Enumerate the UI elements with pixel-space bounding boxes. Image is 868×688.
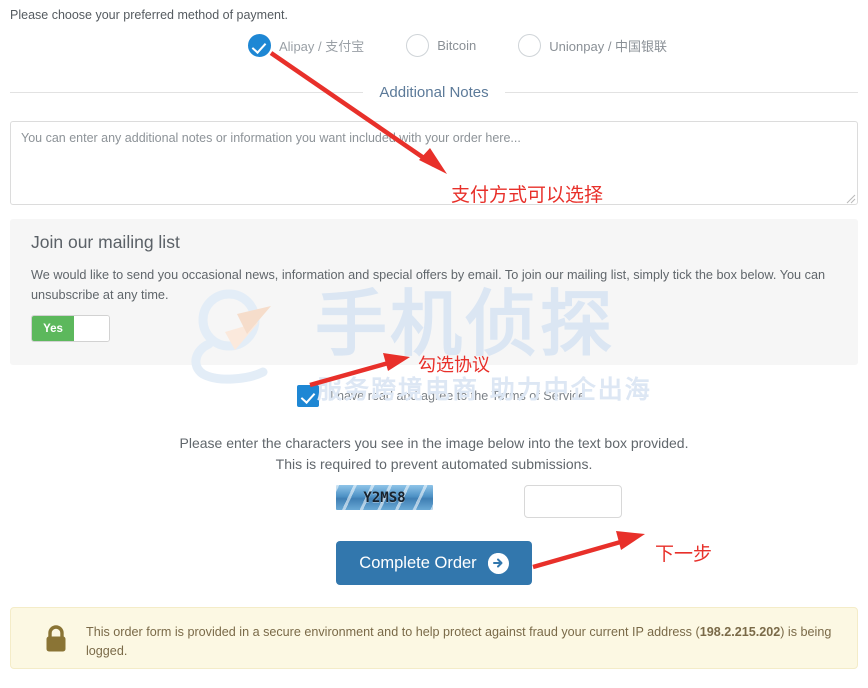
captcha-instructions: Please enter the characters you see in t… bbox=[0, 433, 868, 475]
captcha-instruction-line-1: Please enter the characters you see in t… bbox=[179, 435, 689, 451]
mailing-list-toggle-knob[interactable] bbox=[74, 316, 109, 341]
captcha-instruction-line-2: This is required to prevent automated su… bbox=[275, 456, 593, 472]
payment-option-bitcoin-label: Bitcoin bbox=[437, 38, 477, 53]
mailing-list-toggle-on-label: Yes bbox=[32, 316, 74, 341]
additional-notes-divider: Additional Notes bbox=[10, 84, 859, 101]
textarea-resize-grip-icon[interactable] bbox=[844, 192, 856, 204]
terms-of-service-link[interactable]: Terms of Service bbox=[492, 389, 586, 403]
additional-notes-input[interactable] bbox=[10, 121, 858, 205]
secure-notice-ip-address: 198.2.215.202 bbox=[699, 625, 781, 639]
annotation-arrow-next-step bbox=[532, 531, 645, 570]
divider-rule-right bbox=[504, 92, 859, 93]
payment-option-alipay[interactable]: Alipay / 支付宝 bbox=[248, 34, 364, 57]
payment-option-unionpay-label: Unionpay / 中国银联 bbox=[549, 39, 668, 54]
payment-option-unionpay[interactable]: Unionpay / 中国银联 bbox=[518, 34, 667, 57]
additional-notes-title: Additional Notes bbox=[379, 84, 489, 101]
payment-method-group: Alipay / 支付宝 Bitcoin Unionpay / 中国银联 bbox=[248, 34, 667, 57]
order-form-page: 手机侦探 服务跨境电商 助力中企出海 Please choose your pr… bbox=[0, 0, 868, 688]
secure-notice-text: This order form is provided in a secure … bbox=[86, 623, 846, 661]
mailing-list-description: We would like to send you occasional new… bbox=[31, 268, 826, 302]
captcha-image: Y2MS8 bbox=[336, 485, 433, 510]
complete-order-button[interactable]: Complete Order bbox=[336, 541, 532, 585]
captcha-code-text: Y2MS8 bbox=[363, 489, 406, 506]
radio-unchecked-icon[interactable] bbox=[406, 34, 430, 57]
terms-agreement-label: I have read and agree to the Terms of Se… bbox=[330, 389, 585, 403]
captcha-input[interactable] bbox=[524, 485, 622, 518]
terms-checkbox-checked-icon[interactable] bbox=[297, 385, 319, 407]
payment-option-alipay-label: Alipay / 支付宝 bbox=[279, 39, 365, 54]
payment-prompt-label: Please choose your preferred method of p… bbox=[10, 8, 288, 22]
secure-text-before-ip: This order form is provided in a secure … bbox=[86, 625, 700, 639]
radio-checked-icon[interactable] bbox=[248, 34, 271, 57]
mailing-list-title: Join our mailing list bbox=[31, 232, 180, 252]
radio-unchecked-icon[interactable] bbox=[518, 34, 542, 57]
divider-rule-left bbox=[10, 92, 364, 93]
arrow-right-circle-icon bbox=[487, 552, 509, 574]
mailing-list-toggle[interactable]: Yes bbox=[31, 315, 110, 342]
terms-label-prefix: I have read and agree to the bbox=[330, 389, 492, 403]
secure-environment-notice: This order form is provided in a secure … bbox=[10, 607, 858, 669]
mailing-list-panel: Join our mailing list We would like to s… bbox=[10, 219, 858, 365]
payment-option-bitcoin[interactable]: Bitcoin bbox=[406, 34, 476, 57]
complete-order-label: Complete Order bbox=[359, 553, 477, 572]
lock-icon bbox=[46, 625, 66, 652]
terms-agreement-row[interactable]: I have read and agree to the Terms of Se… bbox=[297, 385, 585, 407]
annotation-label-next-step: 下一步 bbox=[655, 543, 713, 565]
